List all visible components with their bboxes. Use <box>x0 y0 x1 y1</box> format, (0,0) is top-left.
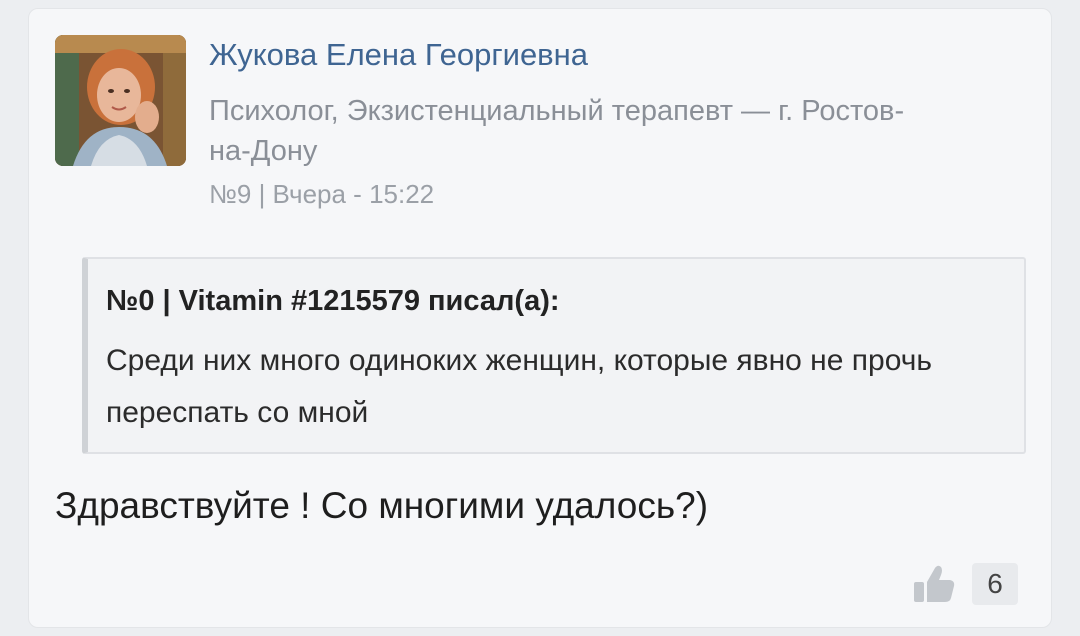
thumbs-up-icon[interactable] <box>912 564 956 604</box>
author-description: Психолог, Экзистенциальный терапевт — г.… <box>209 95 905 167</box>
post-text: Здравствуйте ! Со многими удалось?) <box>55 485 709 526</box>
post-meta: №9 | Вчера - 15:22 <box>209 179 435 209</box>
post-card: Жукова Елена Георгиевна Психолог, Экзист… <box>28 8 1052 628</box>
quote-text: Среди них много одиноких женщин, которые… <box>106 344 932 429</box>
quote-header: №0 | Vitamin #1215579 писал(а): <box>106 285 560 317</box>
author-name[interactable]: Жукова Елена Георгиевна <box>209 37 588 73</box>
avatar[interactable] <box>55 35 186 166</box>
like-control[interactable]: 6 <box>912 562 1018 606</box>
like-count: 6 <box>972 563 1018 605</box>
avatar-photo <box>55 35 186 166</box>
quote-block: №0 | Vitamin #1215579 писал(а): Среди ни… <box>82 257 1026 454</box>
